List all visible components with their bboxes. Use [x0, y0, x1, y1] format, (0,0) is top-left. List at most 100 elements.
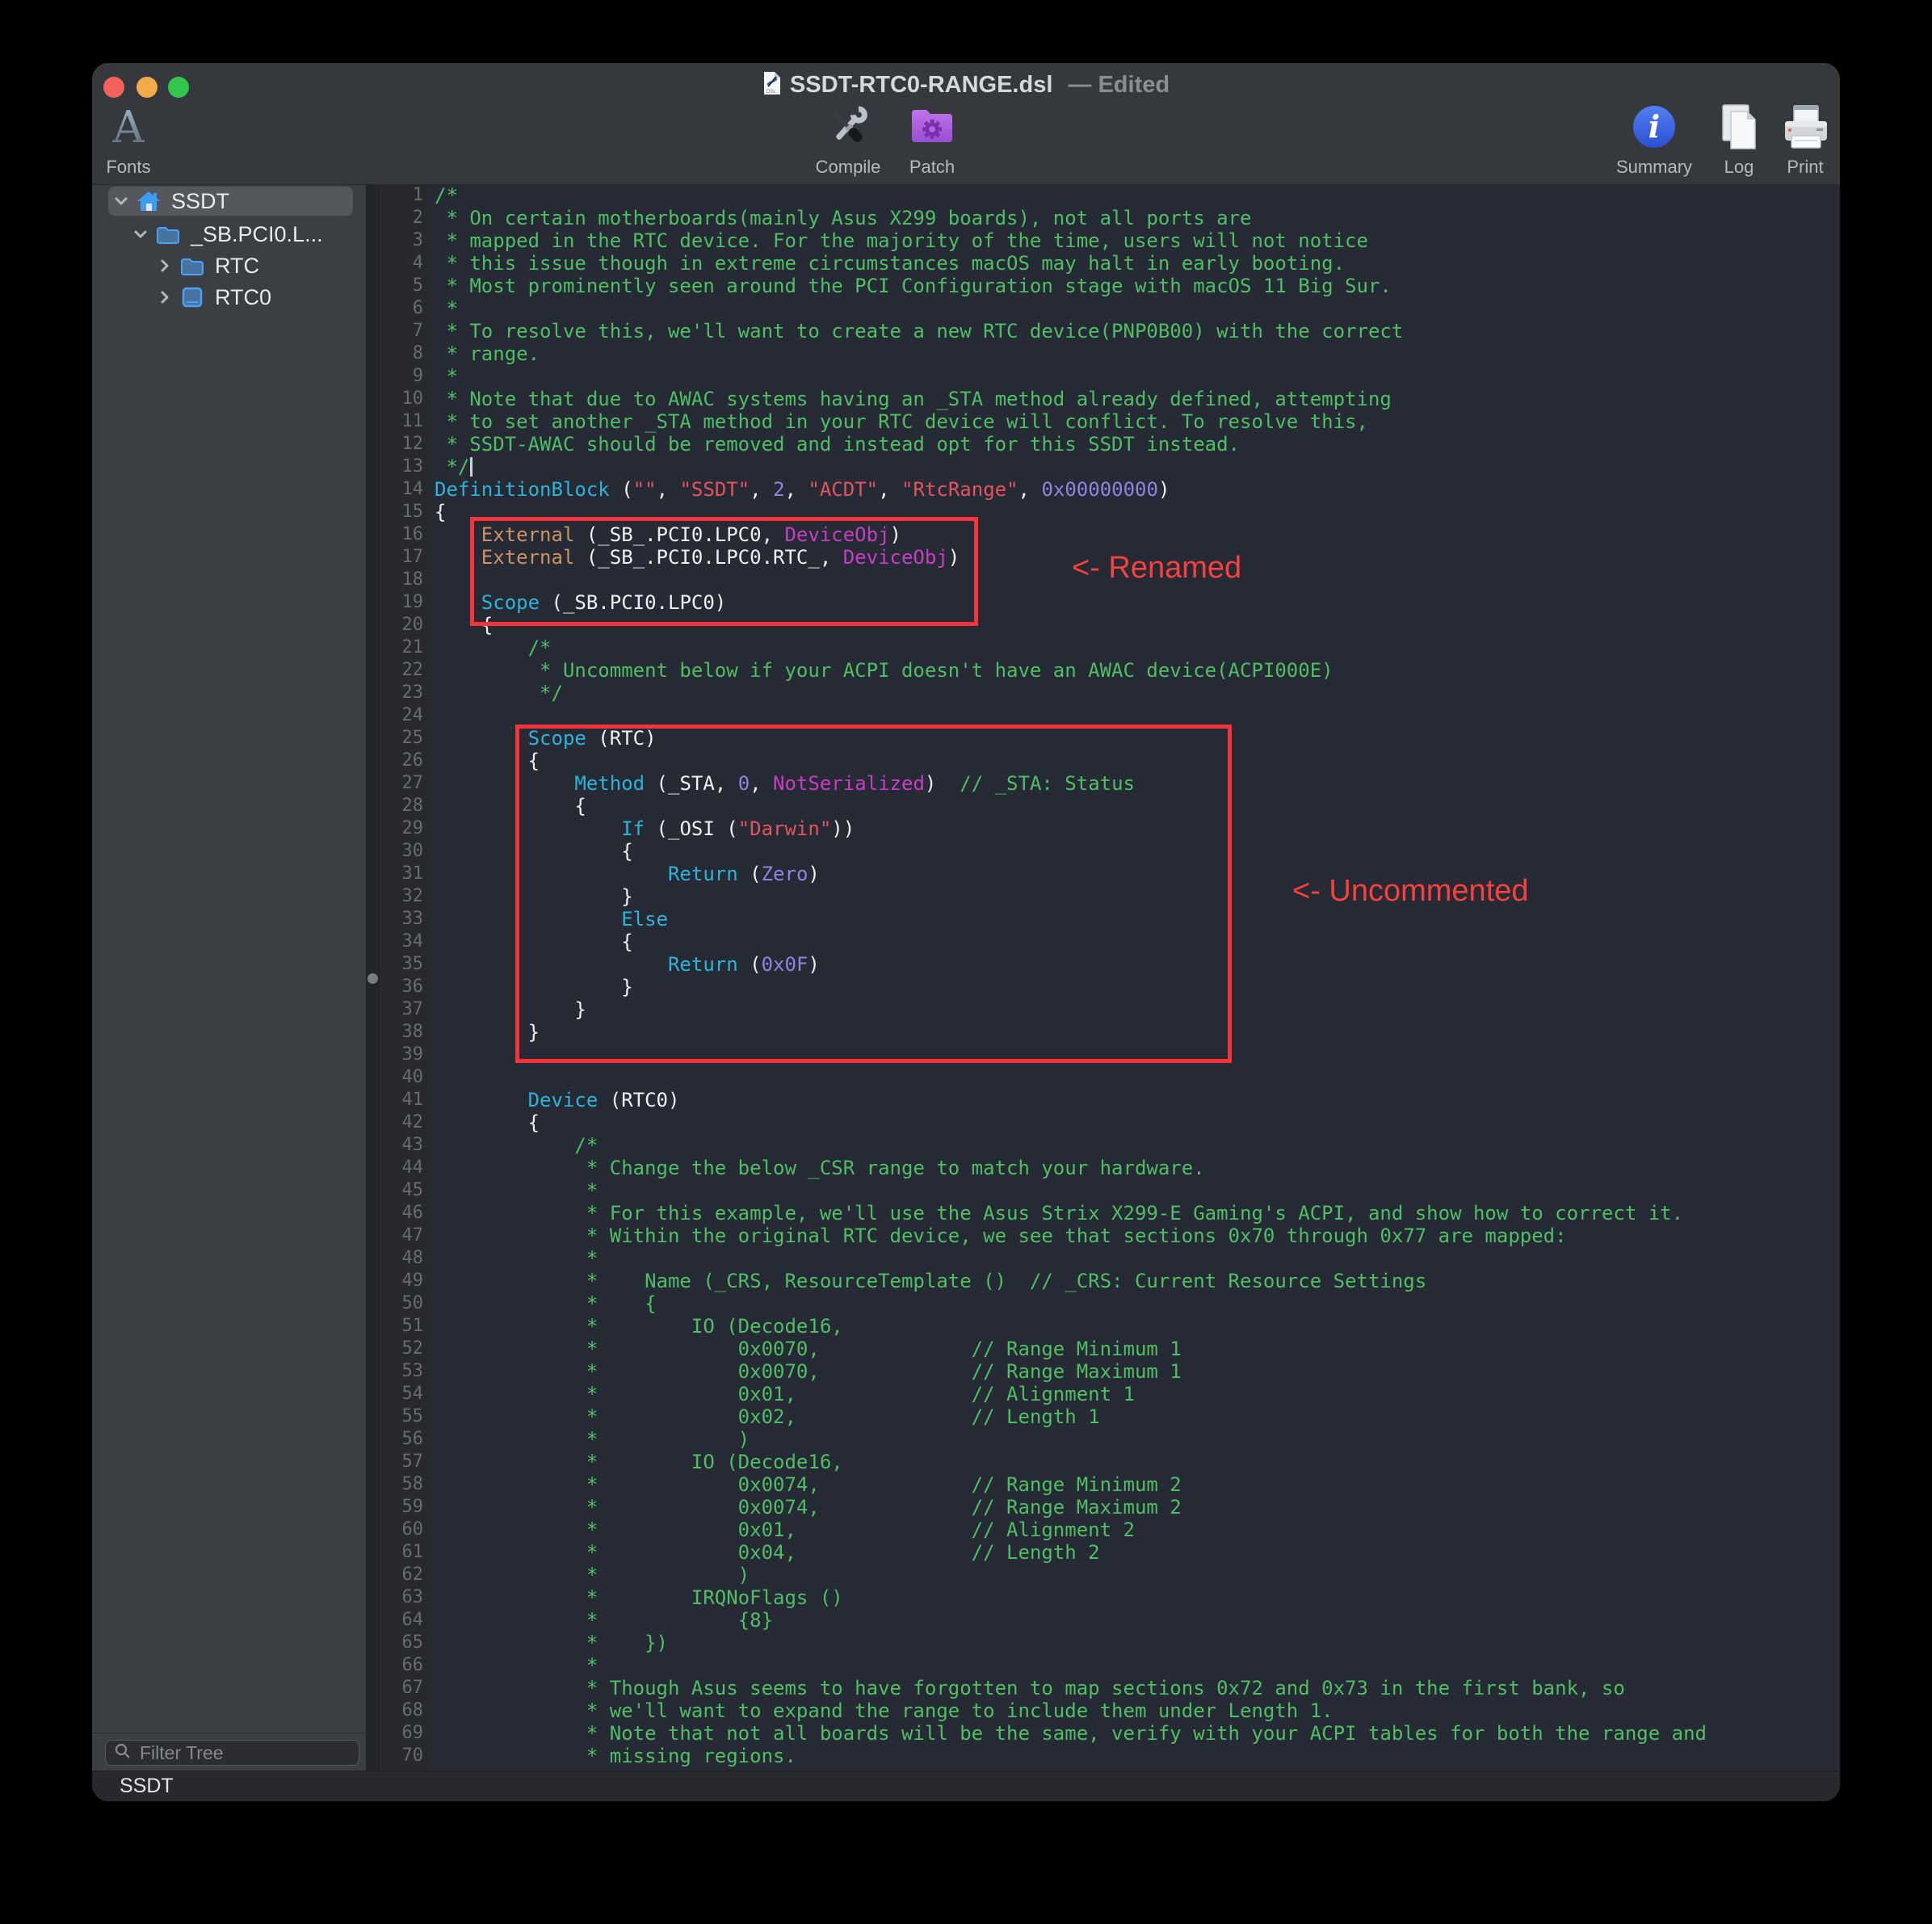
code-line[interactable]: 47 * Within the original RTC device, we …: [380, 1225, 1840, 1247]
code-line[interactable]: 25 Scope (RTC): [380, 727, 1840, 750]
code-line[interactable]: 14DefinitionBlock ("", "SSDT", 2, "ACDT"…: [380, 478, 1840, 501]
code-line[interactable]: 43 /*: [380, 1134, 1840, 1157]
code-line[interactable]: 3 * mapped in the RTC device. For the ma…: [380, 229, 1840, 252]
code-line[interactable]: 42 {: [380, 1111, 1840, 1134]
toolbar-button-patch[interactable]: Patch: [884, 99, 981, 178]
filter-tree-input[interactable]: [138, 1741, 351, 1765]
chevron-right-icon[interactable]: [157, 258, 173, 274]
chevron-down-icon[interactable]: [132, 226, 149, 242]
code-line[interactable]: 26 {: [380, 750, 1840, 772]
code-text: * }): [435, 1632, 668, 1654]
chevron-right-icon[interactable]: [157, 289, 173, 305]
code-line[interactable]: 13 */: [380, 456, 1840, 478]
code-line[interactable]: 32 }: [380, 885, 1840, 908]
code-line[interactable]: 36 }: [380, 976, 1840, 998]
code-line[interactable]: 15{: [380, 501, 1840, 523]
toolbar-button-compile[interactable]: Compile: [800, 99, 897, 178]
code-line[interactable]: 28 {: [380, 795, 1840, 817]
code-line[interactable]: 16 External (_SB_.PCI0.LPC0, DeviceObj): [380, 523, 1840, 546]
code-editor[interactable]: 1/*2 * On certain motherboards(mainly As…: [380, 185, 1840, 1771]
code-line[interactable]: 55 * 0x02, // Length 1: [380, 1405, 1840, 1428]
code-line[interactable]: 54 * 0x01, // Alignment 1: [380, 1383, 1840, 1405]
code-line[interactable]: 46 * For this example, we'll use the Asu…: [380, 1202, 1840, 1225]
code-line[interactable]: 64 * {8}: [380, 1609, 1840, 1632]
code-line[interactable]: 17 External (_SB_.PCI0.LPC0.RTC_, Device…: [380, 546, 1840, 569]
split-view-divider[interactable]: [366, 185, 380, 1771]
code-text: Return (Zero): [435, 863, 820, 885]
code-line[interactable]: 23 */: [380, 682, 1840, 704]
code-line[interactable]: 68 * we'll want to expand the range to i…: [380, 1699, 1840, 1722]
code-line[interactable]: 45 *: [380, 1179, 1840, 1202]
code-line[interactable]: 7 * To resolve this, we'll want to creat…: [380, 320, 1840, 342]
code-line[interactable]: 22 * Uncomment below if your ACPI doesn'…: [380, 659, 1840, 682]
code-line[interactable]: 57 * IO (Decode16,: [380, 1451, 1840, 1473]
code-line[interactable]: 65 * }): [380, 1632, 1840, 1654]
code-line[interactable]: 35 Return (0x0F): [380, 953, 1840, 976]
sidebar-item-rtc0[interactable]: RTC0: [108, 283, 397, 312]
chevron-down-icon[interactable]: [113, 193, 129, 209]
code-line[interactable]: 29 If (_OSI ("Darwin")): [380, 817, 1840, 840]
code-line[interactable]: 67 * Though Asus seems to have forgotten…: [380, 1677, 1840, 1699]
code-line[interactable]: 53 * 0x0070, // Range Maximum 1: [380, 1360, 1840, 1383]
code-line[interactable]: 39: [380, 1044, 1840, 1066]
line-number: 48: [380, 1247, 430, 1270]
code-line[interactable]: 63 * IRQNoFlags (): [380, 1586, 1840, 1609]
code-line[interactable]: 51 * IO (Decode16,: [380, 1315, 1840, 1338]
code-line[interactable]: 60 * 0x01, // Alignment 2: [380, 1519, 1840, 1541]
sidebar-item-ssdt[interactable]: SSDT: [108, 187, 353, 216]
sidebar-item-sb-pci0-l[interactable]: _SB.PCI0.L...: [108, 220, 372, 249]
code-line[interactable]: 31 Return (Zero): [380, 863, 1840, 885]
code-line[interactable]: 49 * Name (_CRS, ResourceTemplate () // …: [380, 1270, 1840, 1292]
code-line[interactable]: 10 * Note that due to AWAC systems havin…: [380, 388, 1840, 410]
code-line[interactable]: 9 *: [380, 365, 1840, 388]
code-text: Device (RTC0): [435, 1089, 679, 1111]
code-line[interactable]: 38 }: [380, 1021, 1840, 1044]
code-text: Scope (_SB.PCI0.LPC0): [435, 591, 726, 614]
code-line[interactable]: 5 * Most prominently seen around the PCI…: [380, 275, 1840, 297]
toolbar-button-fonts[interactable]: AFonts: [92, 99, 165, 178]
minimize-button[interactable]: [136, 77, 158, 98]
code-line[interactable]: 59 * 0x0074, // Range Maximum 2: [380, 1496, 1840, 1519]
code-line[interactable]: 27 Method (_STA, 0, NotSerialized) // _S…: [380, 772, 1840, 795]
code-line[interactable]: 69 * Note that not all boards will be th…: [380, 1722, 1840, 1745]
code-line[interactable]: 40: [380, 1066, 1840, 1089]
code-line[interactable]: 19 Scope (_SB.PCI0.LPC0): [380, 591, 1840, 614]
code-line[interactable]: 48 *: [380, 1247, 1840, 1270]
code-line[interactable]: 70 * missing regions.: [380, 1745, 1840, 1767]
code-line[interactable]: 18: [380, 569, 1840, 591]
code-line[interactable]: 58 * 0x0074, // Range Minimum 2: [380, 1473, 1840, 1496]
code-line[interactable]: 33 Else: [380, 908, 1840, 930]
line-number: 8: [380, 342, 430, 365]
code-line[interactable]: 44 * Change the below _CSR range to matc…: [380, 1157, 1840, 1179]
code-line[interactable]: 20 {: [380, 614, 1840, 636]
code-line[interactable]: 21 /*: [380, 636, 1840, 659]
code-text: */: [435, 682, 563, 704]
code-line[interactable]: 30 {: [380, 840, 1840, 863]
code-line[interactable]: 12 * SSDT-AWAC should be removed and ins…: [380, 433, 1840, 456]
code-line[interactable]: 50 * {: [380, 1292, 1840, 1315]
close-button[interactable]: [103, 77, 124, 98]
code-line[interactable]: 62 * ): [380, 1564, 1840, 1586]
toolbar-button-print[interactable]: Print: [1757, 99, 1840, 178]
code-line[interactable]: 24: [380, 704, 1840, 727]
toolbar-button-summary[interactable]: iSummary: [1606, 99, 1703, 178]
code-line[interactable]: 34 {: [380, 930, 1840, 953]
code-line[interactable]: 1/*: [380, 185, 1840, 207]
code-line[interactable]: 4 * this issue though in extreme circums…: [380, 252, 1840, 275]
code-line[interactable]: 61 * 0x04, // Length 2: [380, 1541, 1840, 1564]
zoom-button[interactable]: [168, 77, 189, 98]
code-text: * ): [435, 1428, 750, 1451]
code-line[interactable]: 56 * ): [380, 1428, 1840, 1451]
code-line[interactable]: 66 *: [380, 1654, 1840, 1677]
filter-tree-field[interactable]: [105, 1740, 359, 1766]
code-line[interactable]: 52 * 0x0070, // Range Minimum 1: [380, 1338, 1840, 1360]
code-line[interactable]: 41 Device (RTC0): [380, 1089, 1840, 1111]
code-line[interactable]: 2 * On certain motherboards(mainly Asus …: [380, 207, 1840, 229]
code-line[interactable]: 6 *: [380, 297, 1840, 320]
sidebar-item-rtc[interactable]: RTC: [108, 251, 397, 280]
divider-drag-handle[interactable]: [368, 973, 378, 984]
code-line[interactable]: 11 * to set another _STA method in your …: [380, 410, 1840, 433]
code-line[interactable]: 37 }: [380, 998, 1840, 1021]
code-line[interactable]: 8 * range.: [380, 342, 1840, 365]
line-number: 36: [380, 976, 430, 998]
